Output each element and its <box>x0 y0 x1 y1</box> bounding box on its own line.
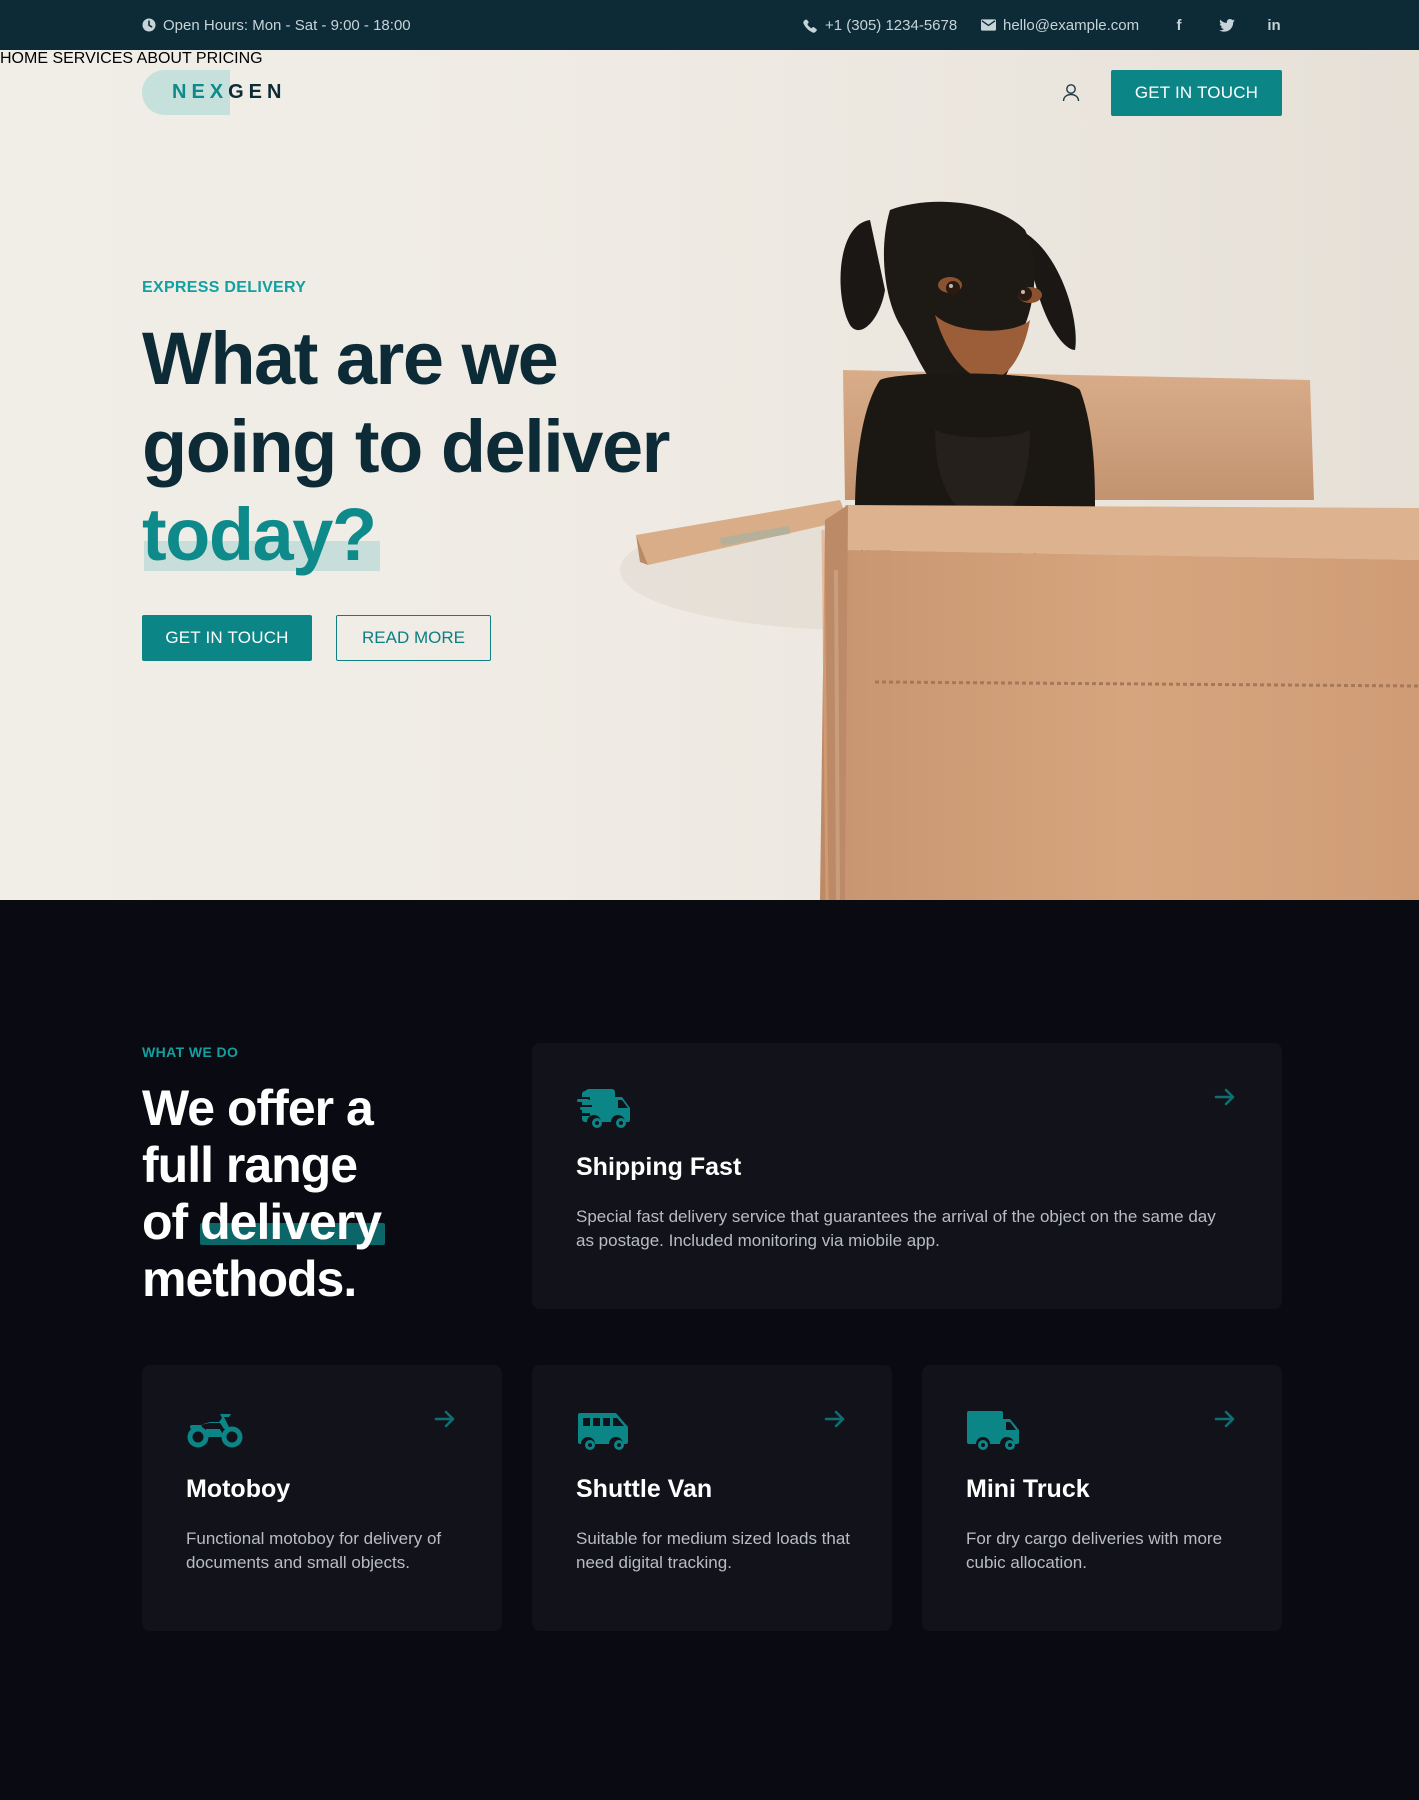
logo-text: NEXGEN <box>172 70 286 115</box>
motorcycle-icon <box>187 1414 243 1448</box>
services-title-highlight: delivery <box>200 1194 386 1250</box>
hero-eyebrow: EXPRESS DELIVERY <box>142 279 307 296</box>
service-description: For dry cargo deliveries with more cubic… <box>966 1529 1223 1572</box>
logo[interactable]: NEXGEN <box>142 70 312 115</box>
arrow-right-icon[interactable] <box>1213 1407 1237 1431</box>
services-title-line-1: We offer a <box>142 1080 374 1136</box>
facebook-link[interactable]: f <box>1169 0 1189 50</box>
hero-title: What are we going to deliver today? <box>142 315 782 579</box>
phone-icon <box>803 18 817 33</box>
services-title-line-4: methods. <box>142 1251 357 1307</box>
services-title-line-3-pre: of <box>142 1194 201 1250</box>
services-eyebrow: WHAT WE DO <box>142 1044 239 1060</box>
shuttle-van-icon <box>578 1413 628 1450</box>
arrow-right-icon[interactable] <box>1213 1085 1237 1109</box>
services-title: We offer a full range of delivery method… <box>142 1080 472 1308</box>
service-description: Special fast delivery service that guara… <box>576 1207 1216 1250</box>
user-icon[interactable] <box>1062 83 1080 102</box>
shipping-fast-icon <box>577 1089 630 1128</box>
twitter-link[interactable] <box>1217 0 1237 50</box>
envelope-icon <box>981 19 996 31</box>
hero-read-more-button[interactable]: READ MORE <box>336 615 491 661</box>
linkedin-icon: in <box>1267 16 1281 34</box>
service-description: Suitable for medium sized loads that nee… <box>576 1529 851 1572</box>
arrow-right-icon[interactable] <box>433 1407 457 1431</box>
linkedin-link[interactable]: in <box>1264 0 1284 50</box>
services-title-line-2: full range <box>142 1137 358 1193</box>
logo-part-1: NEX <box>172 81 229 103</box>
top-bar: Open Hours: Mon - Sat - 9:00 - 18:00 +1 … <box>0 0 1419 50</box>
phone-text: +1 (305) 1234-5678 <box>825 16 958 34</box>
open-hours-text: Open Hours: Mon - Sat - 9:00 - 18:00 <box>163 16 411 34</box>
header-get-in-touch-button[interactable]: GET IN TOUCH <box>1111 70 1282 116</box>
service-title: Motoboy <box>186 1475 291 1503</box>
phone-link[interactable]: +1 (305) 1234-5678 <box>803 0 957 50</box>
service-card-shuttle-van[interactable]: Shuttle Van Suitable for medium sized lo… <box>532 1365 892 1631</box>
arrow-right-icon[interactable] <box>823 1407 847 1431</box>
service-card-shipping-fast[interactable]: Shipping Fast Special fast delivery serv… <box>532 1043 1282 1309</box>
hero-title-line-1: What are we <box>142 317 559 400</box>
service-title: Shuttle Van <box>576 1475 713 1503</box>
hero-section: NEXGEN HOME SERVICES ABOUT PRICING GET I… <box>0 50 1419 900</box>
open-hours: Open Hours: Mon - Sat - 9:00 - 18:00 <box>142 0 411 50</box>
email-text: hello@example.com <box>1003 16 1140 34</box>
service-title: Shipping Fast <box>576 1153 742 1181</box>
logo-part-2: GEN <box>228 81 287 103</box>
clock-icon <box>142 18 156 32</box>
service-card-mini-truck[interactable]: Mini Truck For dry cargo deliveries with… <box>922 1365 1282 1631</box>
services-section: WHAT WE DO We offer a full range of deli… <box>0 900 1419 1800</box>
hero-title-highlight: today? <box>142 491 380 579</box>
hero-title-line-2: going to deliver <box>142 405 670 488</box>
twitter-icon <box>1219 18 1235 32</box>
hero-get-in-touch-button[interactable]: GET IN TOUCH <box>142 615 312 661</box>
service-description: Functional motoboy for delivery of docum… <box>186 1529 442 1572</box>
service-card-motoboy[interactable]: Motoboy Functional motoboy for delivery … <box>142 1365 502 1631</box>
mini-truck-icon <box>967 1411 1019 1450</box>
facebook-icon: f <box>1176 16 1182 34</box>
service-title: Mini Truck <box>966 1475 1090 1503</box>
email-link[interactable]: hello@example.com <box>981 0 1139 50</box>
